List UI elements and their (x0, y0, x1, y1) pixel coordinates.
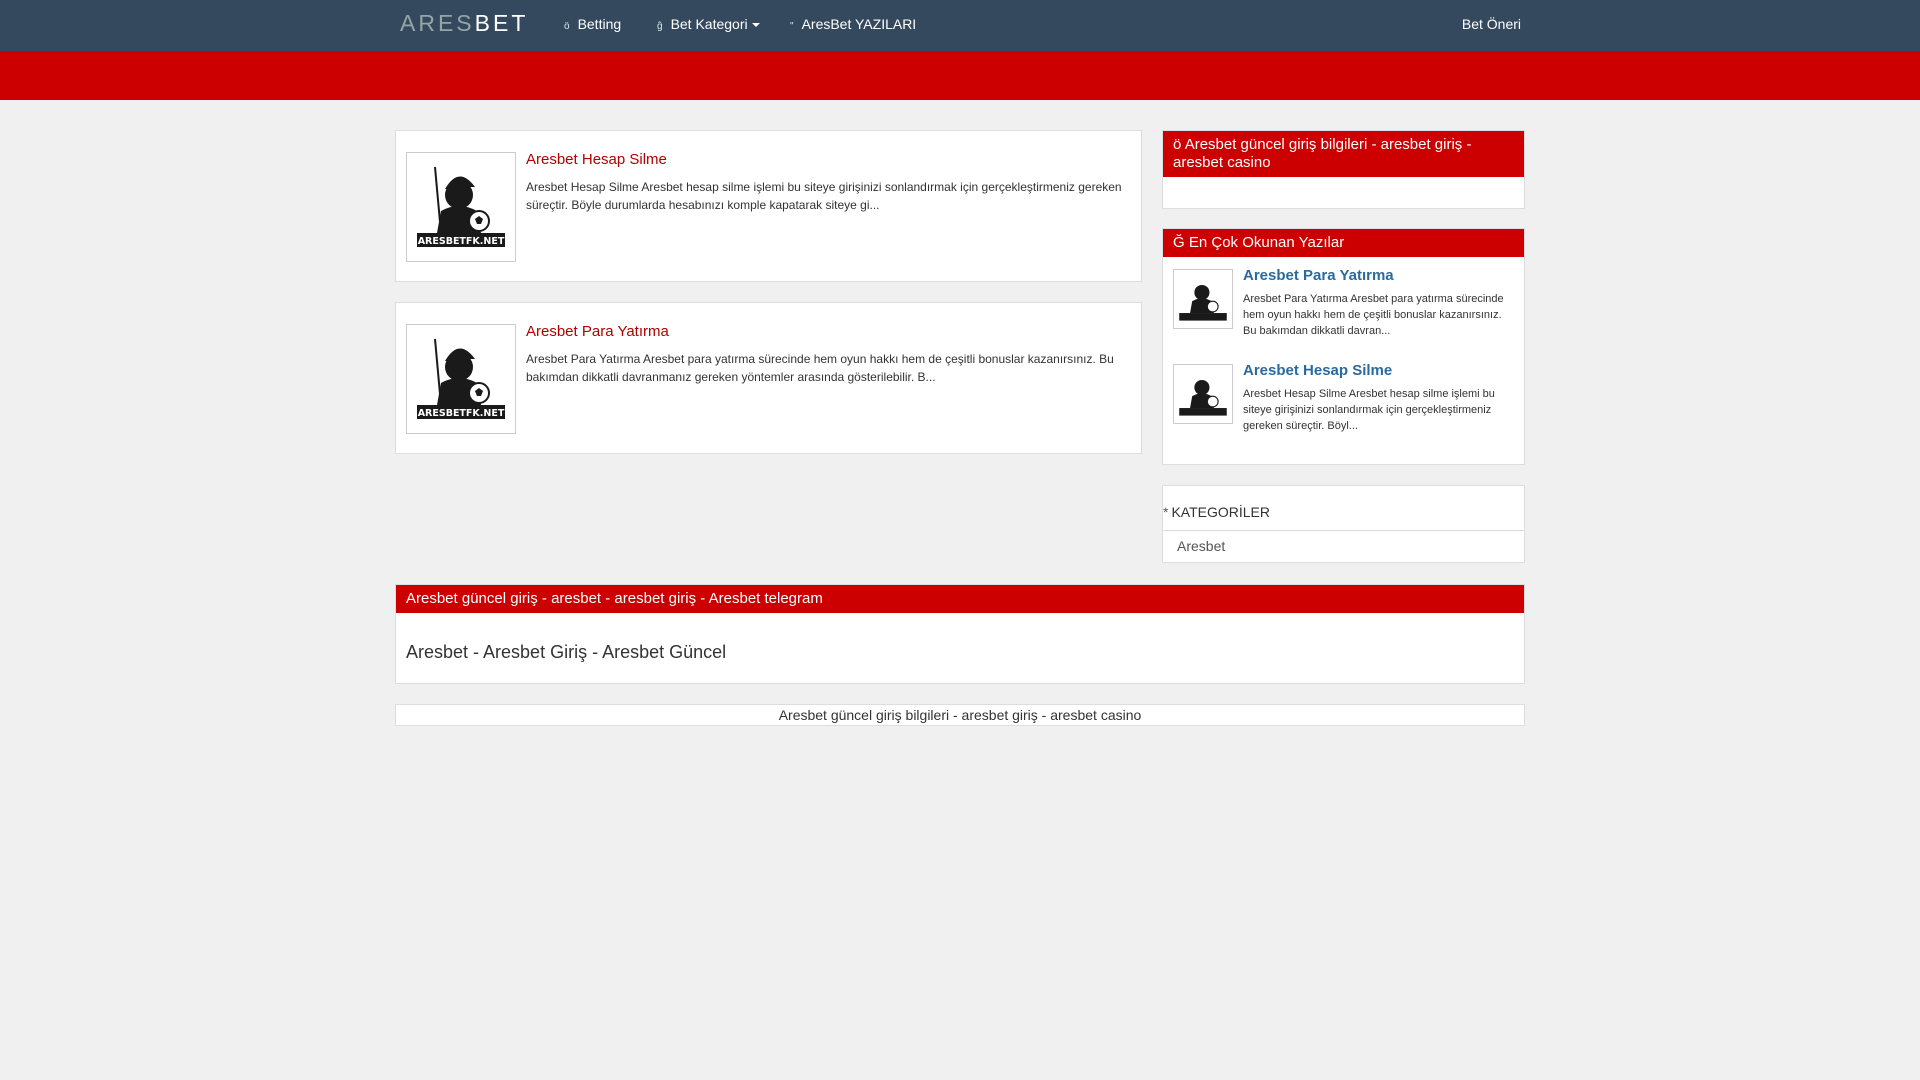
popular-item-thumbnail[interactable] (1173, 269, 1233, 329)
popular-item-title-link[interactable]: Aresbet Para Yatırma (1243, 267, 1394, 284)
post-thumbnail[interactable]: ARESBETFK.NET (406, 152, 516, 262)
bottom-panel: Aresbet güncel giriş - aresbet - aresbet… (395, 584, 1525, 684)
sidebar-panel-categories: * KATEGORİLER Aresbet (1162, 485, 1525, 563)
footer: Aresbet güncel giriş bilgileri - aresbet… (395, 704, 1525, 726)
brand-logo[interactable]: ARESBET (400, 10, 528, 37)
post-card: ARESBETFK.NET Aresbet Para Yatırma Aresb… (395, 302, 1142, 454)
nav-betting-label: Betting (577, 16, 622, 32)
post-card: ARESBETFK.NET Aresbet Hesap Silme Aresbe… (395, 130, 1142, 282)
sidebar-panel-popular: Ğ En Çok Okunan Yazılar Aresbet Para Yat… (1162, 228, 1525, 465)
sidebar-panel-giris: ö Aresbet güncel giriş bilgileri - aresb… (1162, 130, 1525, 209)
list-icon: ĝ (657, 21, 663, 32)
spartan-logo-image: ARESBETFK.NET (411, 329, 511, 429)
post-title-link[interactable]: Aresbet Hesap Silme (526, 151, 667, 168)
bottom-panel-header: Aresbet güncel giriş - aresbet - aresbet… (396, 585, 1524, 613)
fire-icon: Ğ (1173, 234, 1185, 251)
asterisk-icon: * (1163, 504, 1169, 520)
popular-item-excerpt: Aresbet Para Yatırma Aresbet para yatırm… (1243, 293, 1504, 337)
spartan-logo-image: ARESBETFK.NET (411, 157, 511, 257)
sidebar-panel-giris-header: ö Aresbet güncel giriş bilgileri - aresb… (1163, 131, 1524, 177)
home-icon: ö (564, 21, 570, 32)
spartan-logo-image (1176, 272, 1230, 326)
info-icon: ö (1173, 136, 1182, 153)
top-navbar: ARESBET ö Betting ĝ Bet Kategori " AresBet … (0, 0, 1920, 51)
popular-item-excerpt: Aresbet Hesap Silme Aresbet hesap silme … (1243, 388, 1495, 432)
categories-header: * KATEGORİLER (1163, 504, 1270, 520)
nav-betting[interactable]: ö Betting (564, 16, 621, 32)
brand-part-1: ARES (400, 10, 475, 36)
quote-icon: " (790, 21, 794, 32)
post-excerpt: Aresbet Para Yatırma Aresbet para yatırm… (526, 352, 1114, 384)
popular-item-thumbnail[interactable] (1173, 364, 1233, 424)
footer-text: Aresbet güncel giriş bilgileri - aresbet… (778, 707, 1142, 723)
sidebar-panel-popular-header: Ğ En Çok Okunan Yazılar (1163, 229, 1524, 257)
logo-text: ARESBETFK.NET (418, 236, 505, 247)
nav-bet-oneri-label: Bet Öneri (1461, 16, 1521, 32)
sidebar-panel-giris-title: Aresbet güncel giriş bilgileri - aresbet… (1173, 136, 1472, 171)
post-excerpt: Aresbet Hesap Silme Aresbet hesap silme … (526, 180, 1122, 212)
chevron-down-icon (751, 23, 760, 28)
red-banner (0, 51, 1920, 100)
nav-bet-kategori-dropdown[interactable]: ĝ Bet Kategori (657, 16, 760, 32)
categories-title: KATEGORİLER (1171, 504, 1270, 520)
spartan-logo-image (1176, 367, 1230, 421)
bottom-panel-title: Aresbet - Aresbet Giriş - Aresbet Güncel (406, 642, 727, 662)
nav-bet-kategori-label: Bet Kategori (670, 16, 748, 32)
post-thumbnail[interactable]: ARESBETFK.NET (406, 324, 516, 434)
nav-bet-oneri[interactable]: Bet Öneri (1454, 16, 1521, 32)
sidebar-panel-popular-title: En Çok Okunan Yazılar (1188, 234, 1345, 251)
popular-item-title-link[interactable]: Aresbet Hesap Silme (1243, 362, 1392, 379)
brand-part-2: BET (474, 10, 529, 36)
logo-text: ARESBETFK.NET (418, 408, 505, 419)
nav-aresbet-yazilari-label: AresBet YAZILARI (801, 16, 917, 32)
post-title-link[interactable]: Aresbet Para Yatırma (526, 323, 669, 340)
nav-aresbet-yazilari[interactable]: " AresBet YAZILARI (790, 16, 916, 32)
category-item-aresbet[interactable]: Aresbet (1163, 530, 1524, 561)
